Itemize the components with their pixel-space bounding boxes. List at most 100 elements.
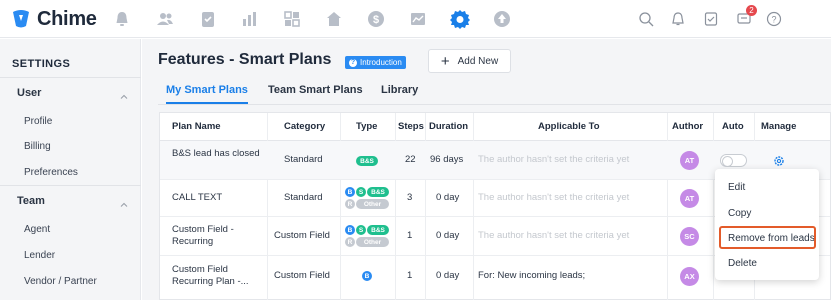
introduction-label: Introduction — [360, 58, 402, 67]
column-header-category[interactable]: Category — [284, 113, 325, 141]
column-header-type[interactable]: Type — [356, 113, 377, 141]
home-icon[interactable] — [324, 9, 344, 29]
column-header-auto[interactable]: Auto — [722, 113, 744, 141]
sidebar-group-team[interactable]: Team — [17, 195, 45, 207]
checklist-icon[interactable] — [701, 9, 721, 29]
plan-steps: 1 — [407, 230, 413, 241]
tab-library[interactable]: Library — [381, 84, 418, 96]
author-avatar[interactable]: AX — [680, 267, 699, 286]
sidebar-item-preferences[interactable]: Preferences — [24, 167, 78, 178]
type-pill-b: B — [345, 225, 355, 235]
chevron-up-icon[interactable] — [119, 197, 129, 207]
column-header-author[interactable]: Author — [672, 113, 703, 141]
type-pill-s: S — [356, 187, 366, 197]
dollar-icon[interactable]: $ — [366, 9, 386, 29]
column-header-duration[interactable]: Duration — [429, 113, 468, 141]
plan-applicable-to: The author hasn't set the criteria yet — [478, 230, 630, 241]
add-new-label: Add New — [457, 55, 499, 67]
dashboard-icon[interactable] — [282, 9, 302, 29]
analytics-icon[interactable] — [408, 9, 428, 29]
plan-name[interactable]: Custom Field - Recurring — [172, 224, 262, 248]
plan-applicable-to: The author hasn't set the criteria yet — [478, 192, 630, 203]
sidebar-divider — [0, 77, 141, 78]
plan-duration: 0 day — [436, 270, 460, 281]
contacts-icon[interactable] — [155, 9, 175, 29]
bell-icon[interactable] — [668, 9, 688, 29]
chime-logo-icon — [10, 9, 32, 29]
plan-applicable-to: The author hasn't set the criteria yet — [478, 154, 630, 165]
column-header-plan-name[interactable]: Plan Name — [172, 113, 221, 141]
help-icon[interactable]: ? — [764, 9, 784, 29]
upload-icon[interactable] — [492, 9, 512, 29]
manage-gear-icon[interactable] — [773, 154, 785, 166]
column-header-manage[interactable]: Manage — [761, 113, 796, 141]
column-header-applicable-to[interactable]: Applicable To — [538, 113, 600, 141]
plan-name[interactable]: Custom Field Recurring Plan -... — [172, 264, 266, 288]
plan-steps: 1 — [407, 270, 413, 281]
tasks-icon[interactable] — [198, 9, 218, 29]
top-navigation-bar: Chime $ 2 ? — [0, 0, 831, 38]
settings-sidebar: SETTINGS User Profile Billing Preference… — [0, 39, 141, 300]
reports-icon[interactable] — [240, 9, 260, 29]
column-header-steps[interactable]: Steps — [398, 113, 424, 141]
type-pill-r: R — [345, 199, 355, 209]
type-pill-other: Other — [356, 237, 389, 247]
brand-name: Chime — [37, 7, 97, 30]
svg-text:$: $ — [373, 14, 379, 26]
settings-gear-icon[interactable] — [450, 9, 470, 29]
plan-steps: 3 — [407, 192, 413, 203]
alert-bell-icon[interactable] — [112, 9, 132, 29]
type-pill-s: S — [356, 225, 366, 235]
add-new-button[interactable]: + Add New — [428, 49, 511, 73]
messages-icon[interactable]: 2 — [734, 5, 757, 29]
auto-toggle[interactable] — [720, 154, 747, 167]
brand-logo[interactable]: Chime — [10, 7, 97, 31]
sidebar-item-agent[interactable]: Agent — [24, 224, 50, 235]
type-pill-bs: B&S — [367, 225, 389, 235]
svg-text:?: ? — [771, 15, 776, 25]
messages-count-badge: 2 — [746, 5, 757, 16]
type-pill-r: R — [345, 237, 355, 247]
sidebar-item-vendor-partner[interactable]: Vendor / Partner — [24, 276, 97, 287]
plus-icon: + — [440, 52, 450, 70]
page-title: Features - Smart Plans — [158, 51, 332, 68]
plan-category: Standard — [284, 154, 323, 165]
menu-item-delete[interactable]: Delete — [728, 258, 757, 269]
type-pill-bs: B&S — [367, 187, 389, 197]
question-icon: ? — [349, 58, 357, 67]
introduction-badge[interactable]: ? Introduction — [345, 56, 406, 69]
plan-duration: 0 day — [436, 230, 460, 241]
highlight-box — [719, 226, 816, 249]
author-avatar[interactable]: AT — [680, 189, 699, 208]
type-pill-b: B — [362, 271, 372, 281]
table-header: Plan Name Category Type Steps Duration A… — [160, 113, 830, 141]
plan-category: Standard — [284, 192, 323, 203]
sidebar-group-user[interactable]: User — [17, 87, 41, 99]
plan-applicable-to: For: New incoming leads; — [478, 270, 586, 281]
plan-steps: 22 — [405, 154, 416, 165]
plan-category: Custom Field — [274, 270, 330, 281]
chevron-up-icon[interactable] — [119, 89, 129, 99]
plan-duration: 96 days — [430, 154, 464, 165]
search-icon[interactable] — [636, 9, 656, 29]
menu-item-edit[interactable]: Edit — [728, 182, 745, 193]
plan-category: Custom Field — [274, 230, 330, 241]
tab-my-smart-plans[interactable]: My Smart Plans — [166, 84, 248, 96]
plan-name[interactable]: B&S lead has closed — [172, 148, 262, 160]
author-avatar[interactable]: AT — [680, 151, 699, 170]
plan-duration: 0 day — [436, 192, 460, 203]
sidebar-item-profile[interactable]: Profile — [24, 116, 52, 127]
tab-team-smart-plans[interactable]: Team Smart Plans — [268, 84, 363, 96]
type-pill-other: Other — [356, 199, 389, 209]
sidebar-item-billing[interactable]: Billing — [24, 141, 51, 152]
sidebar-item-lender[interactable]: Lender — [24, 250, 55, 261]
menu-item-copy[interactable]: Copy — [728, 208, 751, 219]
author-avatar[interactable]: SC — [680, 227, 699, 246]
plan-name[interactable]: CALL TEXT — [172, 192, 222, 203]
type-pill-bs: B&S — [356, 156, 378, 166]
sidebar-heading: SETTINGS — [12, 58, 71, 70]
tabs-divider — [158, 104, 831, 105]
sidebar-divider — [0, 185, 141, 186]
manage-dropdown-menu: Edit Copy Remove from leads Delete — [715, 169, 819, 280]
type-pill-b: B — [345, 187, 355, 197]
